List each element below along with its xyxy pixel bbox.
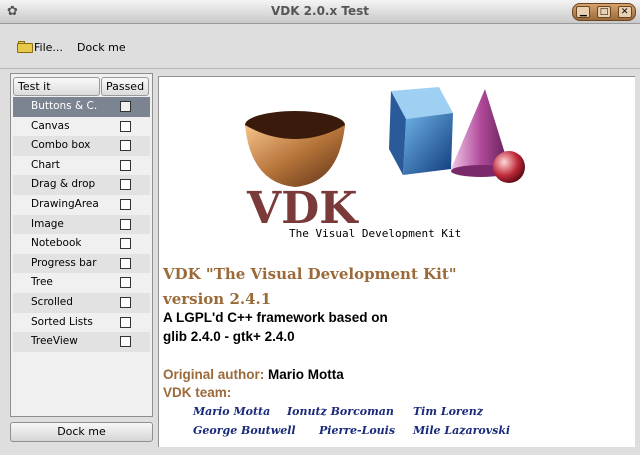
maximize-icon[interactable]: □ (596, 6, 611, 18)
dock-me-toolbar-label: Dock me (77, 40, 126, 54)
list-item[interactable]: Drag & drop (13, 175, 150, 195)
passed-checkbox[interactable] (120, 238, 131, 250)
column-header-passed[interactable]: Passed (101, 77, 149, 96)
passed-checkbox[interactable] (120, 101, 131, 112)
test-list-panel: Test it Passed Buttons & C. Canvas Combo… (10, 73, 153, 417)
dock-me-toolbar-button[interactable]: Dock me (77, 37, 126, 57)
list-item-label: Chart (31, 158, 60, 171)
description-line-1: A LGPL'd C++ framework based on (163, 310, 388, 325)
team-member: Mile Lazarovski (413, 424, 511, 437)
list-item[interactable]: TreeView (13, 332, 150, 352)
passed-checkbox[interactable] (120, 198, 131, 210)
list-item-label: Combo box (31, 139, 91, 152)
version: version 2.4.1 (163, 290, 272, 308)
passed-checkbox[interactable] (120, 316, 131, 328)
passed-checkbox[interactable] (120, 120, 131, 132)
list-item[interactable]: Sorted Lists (13, 313, 150, 333)
list-item[interactable]: Image (13, 214, 150, 235)
list-item[interactable]: Canvas (13, 117, 150, 137)
title-bar: ✿ VDK 2.0.x Test ▁ □ ✕ (0, 0, 640, 24)
dock-me-button[interactable]: Dock me (10, 422, 153, 442)
passed-checkbox[interactable] (120, 140, 131, 152)
list-item-label: Image (31, 217, 64, 230)
team-label: VDK team: (163, 385, 232, 400)
list-item-label: TreeView (31, 335, 78, 348)
list-item-label: Tree (31, 276, 53, 289)
passed-checkbox[interactable] (120, 257, 131, 269)
headline: VDK "The Visual Development Kit" (163, 265, 457, 283)
passed-checkbox[interactable] (120, 296, 131, 308)
team-member: Mario Motta (193, 405, 271, 418)
vdk-logo: VDK The Visual Development Kit (245, 87, 525, 240)
team-member: Ionutz Borcoman (287, 405, 394, 418)
list-item[interactable]: Buttons & C. (13, 97, 150, 117)
team-member: Pierre-Louis (319, 424, 396, 437)
team-member: Tim Lorenz (413, 405, 483, 418)
description-line-2: glib 2.4.0 - gtk+ 2.4.0 (163, 329, 295, 344)
list-item[interactable]: Notebook (13, 234, 150, 254)
list-item[interactable]: Progress bar (13, 253, 150, 274)
passed-checkbox[interactable] (120, 179, 131, 191)
list-item-label: Progress bar (31, 256, 97, 269)
list-item[interactable]: DrawingArea (13, 195, 150, 215)
list-item-label: Scrolled (31, 295, 73, 308)
list-item[interactable]: Tree (13, 273, 150, 293)
list-item[interactable]: Combo box (13, 136, 150, 156)
passed-checkbox[interactable] (120, 218, 131, 230)
sphere-shape (493, 151, 525, 183)
minimize-icon[interactable]: ▁ (576, 6, 591, 18)
about-panel: VDK The Visual Development Kit VDK "The … (158, 76, 635, 447)
file-button-label: File... (34, 40, 63, 54)
file-button[interactable]: File... (17, 37, 63, 57)
list-item-label: Buttons & C. (31, 100, 98, 112)
passed-checkbox[interactable] (120, 277, 131, 289)
toolbar: File... Dock me (0, 25, 640, 69)
list-item-label: Notebook (31, 237, 82, 250)
folder-icon (17, 41, 33, 53)
list-item-label: Canvas (31, 119, 70, 132)
list-item-label: DrawingArea (31, 197, 99, 210)
window-title: VDK 2.0.x Test (270, 4, 370, 18)
author-name: Mario Motta (268, 367, 344, 382)
close-icon[interactable]: ✕ (617, 6, 632, 18)
list-item-label: Drag & drop (31, 178, 96, 191)
window-controls: ▁ □ ✕ (572, 3, 636, 21)
list-item[interactable]: Scrolled (13, 292, 150, 313)
list-item[interactable]: Chart (13, 156, 150, 176)
original-author: Original author: Mario Motta (163, 367, 344, 382)
list-item-label: Sorted Lists (31, 315, 93, 328)
author-label: Original author: (163, 367, 265, 382)
passed-checkbox[interactable] (120, 336, 131, 348)
team-member: George Boutwell (193, 424, 296, 437)
logo-subtitle: The Visual Development Kit (289, 227, 461, 240)
column-header-test-it[interactable]: Test it (13, 77, 100, 96)
passed-checkbox[interactable] (120, 159, 131, 171)
test-list: Buttons & C. Canvas Combo box Chart Drag… (13, 97, 150, 352)
